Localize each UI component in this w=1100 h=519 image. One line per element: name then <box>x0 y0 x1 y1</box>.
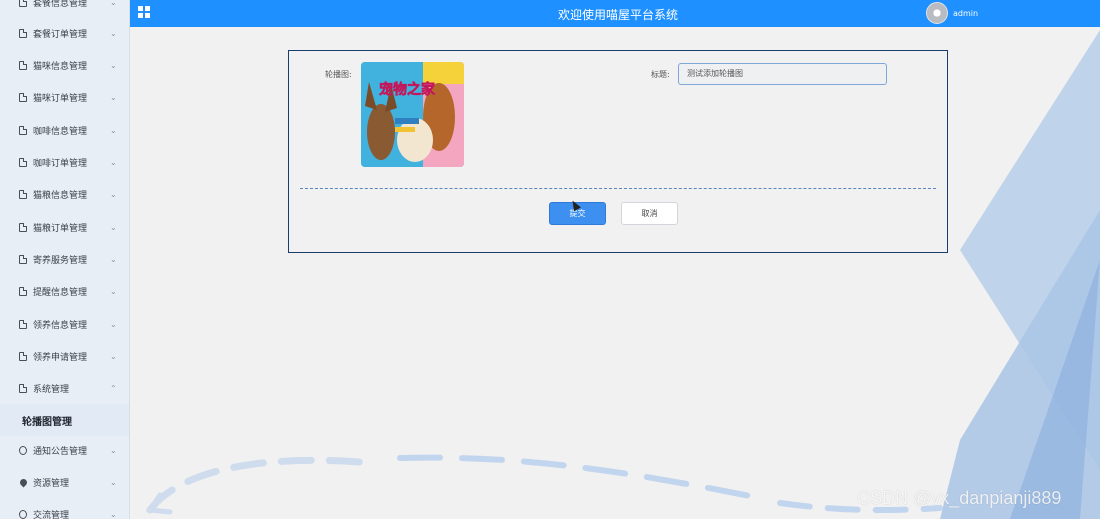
image-icon <box>19 383 27 393</box>
chevron-down-icon: ⌄ <box>110 351 117 361</box>
sidebar: 套餐信息管理 ⌄ 套餐订单管理 ⌄ 猫咪信息管理 ⌄ 猫咪订单管理 ⌄ 咖啡信息… <box>0 0 130 519</box>
sidebar-item-catfood-info[interactable]: 猫粮信息管理 ⌄ <box>0 178 129 210</box>
document-icon <box>19 351 27 361</box>
avatar[interactable] <box>926 2 948 24</box>
sidebar-item-cat-order[interactable]: 猫咪订单管理 ⌄ <box>0 81 129 113</box>
document-icon <box>19 157 27 167</box>
watermark: CSDN @vx_danpianji889 <box>857 488 1062 508</box>
banner-label: 轮播图: <box>325 70 352 79</box>
chevron-down-icon: ⌄ <box>110 189 117 199</box>
chevron-down-icon: ⌄ <box>110 125 117 135</box>
chevron-down-icon: ⌄ <box>110 286 117 296</box>
sidebar-item-catfood-order[interactable]: 猫粮订单管理 ⌄ <box>0 211 129 243</box>
sidebar-item-cat-info[interactable]: 猫咪信息管理 ⌄ <box>0 49 129 81</box>
chevron-down-icon: ⌄ <box>110 319 117 329</box>
page-title: 欢迎使用喵屋平台系统 <box>557 8 678 22</box>
chevron-down-icon: ⌄ <box>110 254 117 264</box>
sidebar-item-adoption-application[interactable]: 领养申请管理 ⌄ <box>0 340 129 372</box>
chevron-down-icon: ⌄ <box>110 477 117 487</box>
title-label: 标题: <box>651 70 670 79</box>
chevron-down-icon: ⌄ <box>110 0 117 7</box>
sidebar-item-adoption-info[interactable]: 领养信息管理 ⌄ <box>0 308 129 340</box>
sidebar-item-package-info[interactable]: 套餐信息管理 ⌄ <box>0 0 129 18</box>
sidebar-item-reminder-info[interactable]: 提醒信息管理 ⌄ <box>0 275 129 307</box>
sidebar-item-boarding-service[interactable]: 寄养服务管理 ⌄ <box>0 243 129 275</box>
chat-icon <box>19 509 27 519</box>
banner-image-text: 宠物之家 <box>379 81 436 98</box>
sidebar-item-system[interactable]: 系统管理 ⌃ <box>0 372 129 404</box>
document-icon <box>19 60 27 70</box>
chevron-down-icon: ⌄ <box>110 60 117 70</box>
sidebar-item-coffee-info[interactable]: 咖啡信息管理 ⌄ <box>0 114 129 146</box>
cancel-button[interactable]: 取消 <box>621 202 678 225</box>
sidebar-item-package-order[interactable]: 套餐订单管理 ⌄ <box>0 17 129 49</box>
sidebar-item-communication[interactable]: 交流管理 ⌄ <box>0 498 129 519</box>
chevron-down-icon: ⌄ <box>110 222 117 232</box>
username[interactable]: admin <box>953 9 978 18</box>
info-icon <box>19 445 27 455</box>
location-icon <box>18 477 29 487</box>
document-icon <box>19 125 27 135</box>
sidebar-item-resource[interactable]: 资源管理 ⌄ <box>0 466 129 498</box>
document-icon <box>19 319 27 329</box>
document-icon <box>19 222 27 232</box>
document-icon <box>19 286 27 296</box>
menu-grid-icon[interactable] <box>138 6 150 18</box>
sidebar-item-coffee-order[interactable]: 咖啡订单管理 ⌄ <box>0 146 129 178</box>
chevron-down-icon: ⌄ <box>110 509 117 519</box>
form-divider <box>300 188 936 189</box>
document-icon <box>19 189 27 199</box>
document-icon <box>19 92 27 102</box>
chevron-up-icon: ⌃ <box>110 383 117 393</box>
document-icon <box>19 254 27 264</box>
banner-image[interactable]: 宠物之家 <box>361 62 464 167</box>
document-icon <box>19 0 27 7</box>
sidebar-item-notice[interactable]: 通知公告管理 ⌄ <box>0 434 129 466</box>
chevron-down-icon: ⌄ <box>110 445 117 455</box>
chevron-down-icon: ⌄ <box>110 92 117 102</box>
title-input[interactable]: 测试添加轮播图 <box>678 63 887 85</box>
document-icon <box>19 28 27 38</box>
chevron-down-icon: ⌄ <box>110 157 117 167</box>
sidebar-item-banner[interactable]: 轮播图管理 <box>0 404 129 436</box>
chevron-down-icon: ⌄ <box>110 28 117 38</box>
